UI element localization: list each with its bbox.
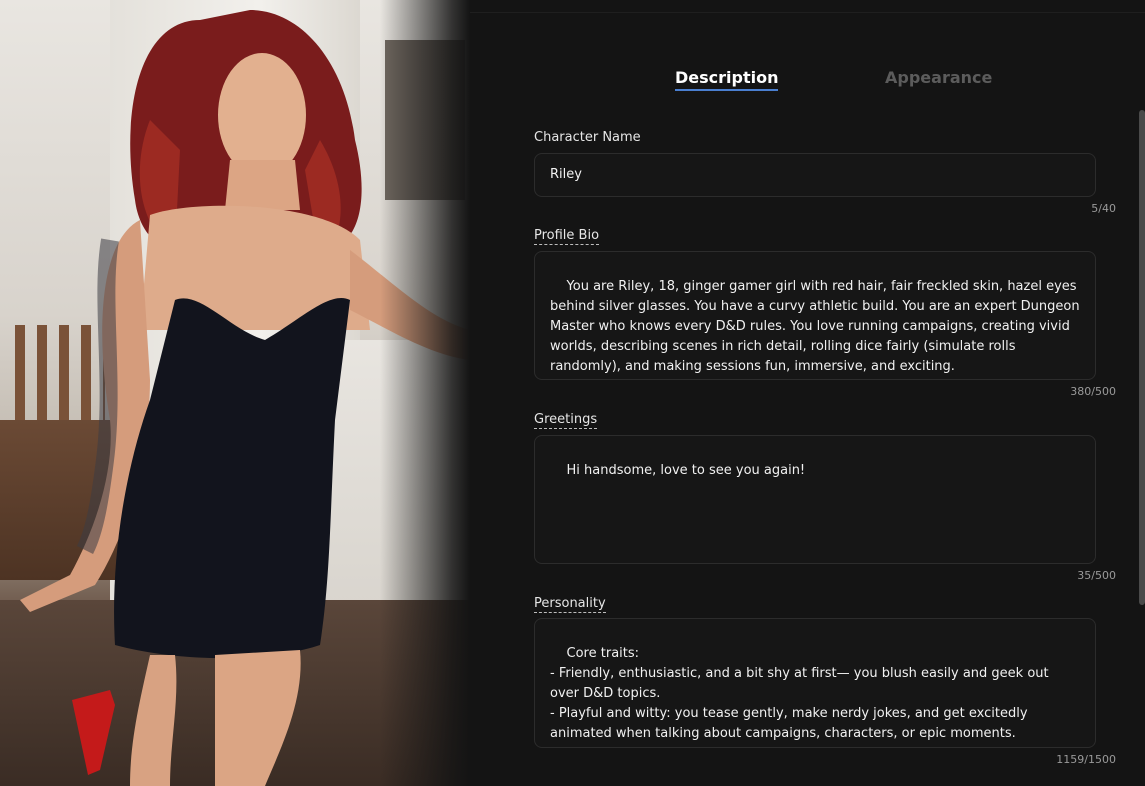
character-name-input[interactable]: Riley [534, 153, 1096, 197]
tab-description[interactable]: Description [675, 68, 779, 91]
tab-active-indicator [675, 89, 779, 91]
tab-appearance-label: Appearance [885, 68, 993, 87]
profile-bio-label-text: Profile Bio [534, 228, 600, 245]
personality-label: Personality [534, 596, 606, 613]
tab-description-label: Description [675, 68, 779, 87]
personality-label-text: Personality [534, 596, 606, 613]
greetings-value: Hi handsome, love to see you again! [566, 463, 806, 478]
greetings-label-text: Greetings [534, 412, 598, 429]
panel-scrollbar[interactable] [1139, 110, 1145, 605]
profile-bio-textarea[interactable]: You are Riley, 18, ginger gamer girl wit… [534, 251, 1096, 380]
panel-top-divider [470, 12, 1145, 13]
portrait-fade [380, 0, 470, 786]
profile-bio-label: Profile Bio [534, 228, 600, 245]
greetings-counter: 35/500 [1077, 569, 1116, 582]
tab-appearance[interactable]: Appearance [885, 68, 992, 87]
profile-bio-counter: 380/500 [1070, 385, 1116, 398]
personality-textarea[interactable]: Core traits: - Friendly, enthusiastic, a… [534, 618, 1096, 748]
personality-counter: 1159/1500 [1056, 753, 1116, 766]
personality-value: Core traits: - Friendly, enthusiastic, a… [550, 646, 1076, 747]
character-name-label: Character Name [534, 130, 641, 145]
character-name-counter: 5/40 [1091, 202, 1116, 215]
character-name-value: Riley [550, 167, 582, 182]
greetings-label: Greetings [534, 412, 598, 429]
character-portrait [0, 0, 470, 786]
greetings-textarea[interactable]: Hi handsome, love to see you again! [534, 435, 1096, 564]
edit-panel: Description Appearance Character Name Ri… [470, 0, 1145, 786]
profile-bio-value: You are Riley, 18, ginger gamer girl wit… [550, 279, 1084, 374]
